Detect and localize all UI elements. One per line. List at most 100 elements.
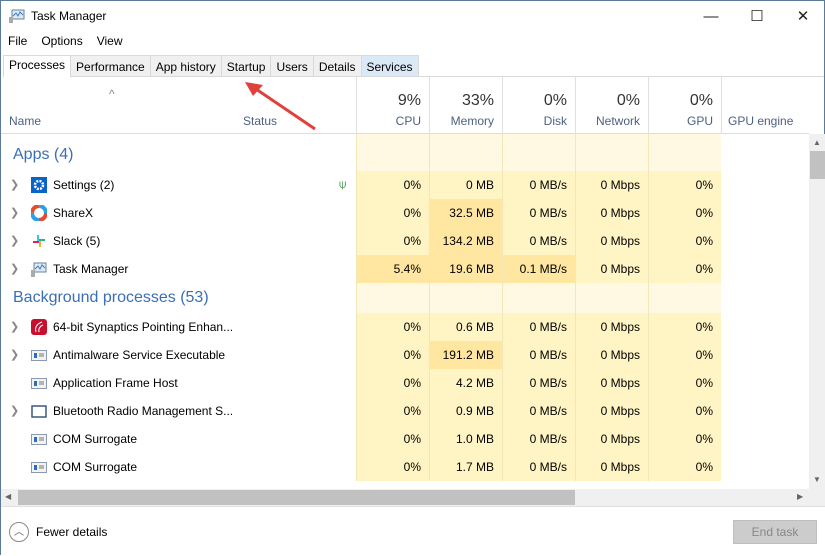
network-total: 0% bbox=[616, 92, 640, 109]
column-cpu[interactable]: 9% CPU bbox=[356, 77, 429, 134]
net-cell: 0 Mbps bbox=[575, 255, 648, 283]
net-cell: 0 Mbps bbox=[575, 397, 648, 425]
expand-chevron-icon[interactable]: ❯ bbox=[10, 255, 19, 283]
tab-details[interactable]: Details bbox=[313, 55, 362, 77]
column-status-label: Status bbox=[243, 114, 278, 128]
efficiency-leaf-icon: ⍦ bbox=[339, 177, 347, 191]
service-icon bbox=[31, 459, 47, 475]
mem-cell: 19.6 MB bbox=[429, 255, 502, 283]
task-manager-icon bbox=[9, 9, 25, 23]
menu-file[interactable]: File bbox=[1, 32, 34, 52]
net-cell: 0 Mbps bbox=[575, 313, 648, 341]
horizontal-scroll-thumb[interactable] bbox=[18, 490, 575, 505]
gpu-cell: 0% bbox=[648, 341, 721, 369]
gpu-cell: 0% bbox=[648, 255, 721, 283]
menu-view[interactable]: View bbox=[90, 32, 130, 52]
process-row[interactable]: COM Surrogate 0% 1.0 MB 0 MB/s 0 Mbps 0% bbox=[1, 425, 809, 453]
expand-chevron-icon[interactable]: ❯ bbox=[10, 397, 19, 425]
column-gpu-label: GPU bbox=[686, 114, 713, 128]
group-cell bbox=[648, 134, 721, 171]
process-name: Task Manager bbox=[53, 262, 129, 276]
gpu-cell: 0% bbox=[648, 171, 721, 199]
horizontal-scrollbar[interactable]: ◀ ▶ bbox=[1, 489, 809, 506]
group-cell bbox=[429, 283, 502, 313]
cpu-cell: 0% bbox=[356, 453, 429, 481]
column-disk[interactable]: 0% Disk bbox=[502, 77, 575, 134]
sharex-icon bbox=[30, 204, 48, 222]
disk-cell: 0 MB/s bbox=[502, 341, 575, 369]
mem-cell: 134.2 MB bbox=[429, 227, 502, 255]
cpu-cell: 0% bbox=[356, 171, 429, 199]
process-name: Bluetooth Radio Management S... bbox=[53, 404, 234, 418]
expand-chevron-icon[interactable]: ❯ bbox=[10, 227, 19, 255]
cpu-cell: 0% bbox=[356, 199, 429, 227]
expand-chevron-icon[interactable]: ❯ bbox=[10, 341, 19, 369]
net-cell: 0 Mbps bbox=[575, 227, 648, 255]
column-disk-label: Disk bbox=[543, 114, 567, 128]
process-row[interactable]: ❯ Slack (5) 0% 134.2 MB 0 MB/s 0 Mbps 0% bbox=[1, 227, 809, 255]
process-row[interactable]: ❯ Antimalware Service Executable 0% 191.2 M… bbox=[1, 341, 809, 369]
column-status[interactable]: Status bbox=[237, 77, 356, 134]
gpu-cell: 0% bbox=[648, 453, 721, 481]
maximize-button[interactable]: ☐ bbox=[734, 1, 780, 31]
tab-users[interactable]: Users bbox=[271, 55, 314, 77]
process-row[interactable]: ❯ ShareX 0% 32.5 MB 0 MB/s 0 Mbps 0% bbox=[1, 199, 809, 227]
fewer-details-icon[interactable]: ︿ bbox=[9, 522, 29, 542]
slack-icon bbox=[31, 233, 47, 249]
process-name: ShareX bbox=[53, 206, 94, 220]
gpu-cell: 0% bbox=[648, 425, 721, 453]
process-name: Settings (2) bbox=[53, 178, 115, 192]
minimize-button[interactable]: — bbox=[688, 1, 734, 31]
process-row[interactable]: ❯ Settings (2) ⍦ 0% 0 MB 0 MB/s 0 Mbps 0% bbox=[1, 171, 809, 199]
process-row[interactable]: ❯ Bluetooth Radio Management S... 0% 0.9 MB… bbox=[1, 397, 809, 425]
cpu-cell: 0% bbox=[356, 227, 429, 255]
expand-chevron-icon[interactable]: ❯ bbox=[10, 199, 19, 227]
group-header: Apps (4) bbox=[1, 134, 809, 171]
column-memory[interactable]: 33% Memory bbox=[429, 77, 502, 134]
vertical-scroll-thumb[interactable] bbox=[810, 151, 825, 179]
scroll-corner bbox=[809, 489, 825, 506]
cpu-cell: 0% bbox=[356, 341, 429, 369]
close-button[interactable]: ✕ bbox=[780, 1, 825, 31]
tab-processes[interactable]: Processes bbox=[3, 55, 72, 78]
cpu-cell: 0% bbox=[356, 425, 429, 453]
disk-cell: 0 MB/s bbox=[502, 369, 575, 397]
cpu-cell: 5.4% bbox=[356, 255, 429, 283]
tab-app-history[interactable]: App history bbox=[150, 55, 222, 77]
mem-cell: 1.0 MB bbox=[429, 425, 502, 453]
gpu-cell: 0% bbox=[648, 227, 721, 255]
vertical-scrollbar[interactable]: ▲ ▼ bbox=[809, 134, 825, 489]
tab-startup[interactable]: Startup bbox=[221, 55, 272, 77]
disk-cell: 0 MB/s bbox=[502, 199, 575, 227]
cpu-cell: 0% bbox=[356, 313, 429, 341]
column-gpu-engine[interactable]: GPU engine bbox=[721, 77, 809, 134]
process-row[interactable]: COM Surrogate 0% 1.7 MB 0 MB/s 0 Mbps 0% bbox=[1, 453, 809, 481]
net-cell: 0 Mbps bbox=[575, 171, 648, 199]
disk-cell: 0 MB/s bbox=[502, 227, 575, 255]
process-name: Application Frame Host bbox=[53, 376, 178, 390]
column-name[interactable]: Name bbox=[1, 77, 237, 134]
settings-icon bbox=[31, 177, 47, 193]
expand-chevron-icon[interactable]: ❯ bbox=[10, 171, 19, 199]
column-network[interactable]: 0% Network bbox=[575, 77, 648, 134]
tab-performance[interactable]: Performance bbox=[71, 55, 151, 77]
column-cpu-label: CPU bbox=[395, 114, 421, 128]
process-row[interactable]: ❯ Task Manager 5.4% 19.6 MB 0.1 MB/s 0 Mbps 0% bbox=[1, 255, 809, 283]
group-cell bbox=[648, 283, 721, 313]
process-row[interactable]: Application Frame Host 0% 4.2 MB 0 MB/s 0 Mb… bbox=[1, 369, 809, 397]
tab-services[interactable]: Services bbox=[361, 55, 419, 77]
service-icon bbox=[31, 431, 47, 447]
gpu-cell: 0% bbox=[648, 397, 721, 425]
column-gpu[interactable]: 0% GPU bbox=[648, 77, 721, 134]
menu-options[interactable]: Options bbox=[34, 32, 89, 52]
column-gpu-engine-label: GPU engine bbox=[728, 114, 794, 128]
column-memory-label: Memory bbox=[450, 114, 494, 128]
end-task-button[interactable]: End task bbox=[733, 520, 817, 544]
process-name: COM Surrogate bbox=[53, 460, 138, 474]
group-cell bbox=[356, 134, 429, 171]
process-row[interactable]: ❯ 64-bit Synaptics Pointing Enhan... 0% 0.6… bbox=[1, 313, 809, 341]
fewer-details-link[interactable]: Fewer details bbox=[36, 525, 107, 539]
group-cell bbox=[356, 283, 429, 313]
expand-chevron-icon[interactable]: ❯ bbox=[10, 313, 19, 341]
column-header: ^ Name Status 9% CPU 33% Memory 0% Disk 0% N… bbox=[1, 77, 809, 134]
